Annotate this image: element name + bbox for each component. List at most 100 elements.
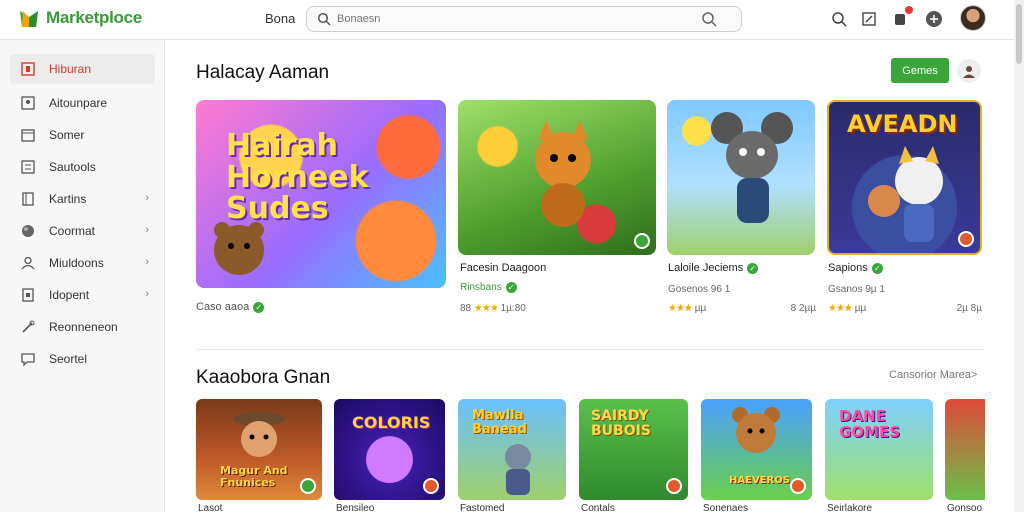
search-icon xyxy=(317,12,331,31)
game-thumb-3-caption: Fastomed xyxy=(460,503,505,512)
game-thumb-5-caption: Sonenaes xyxy=(703,503,749,512)
search-bar[interactable]: Bonaesn xyxy=(306,6,742,32)
user-square-icon xyxy=(20,95,36,111)
featured-card-4-sub: Gsanos 9µ 1 xyxy=(828,284,885,295)
verified-icon: ✓ xyxy=(871,262,883,274)
featured-card-3-meta: ★★★ µµ 8 2µµ xyxy=(668,303,816,314)
top-bar: Marketploce Bona Bonaesn xyxy=(0,0,1024,40)
chevron-right-icon: › xyxy=(145,224,149,236)
game-thumb-4[interactable]: SAIRDY BUBOIS xyxy=(579,399,688,500)
thumb-badge-icon xyxy=(300,478,316,494)
featured-card-1[interactable]: Hairah Horneek Sudes xyxy=(196,100,446,288)
search-icon[interactable] xyxy=(829,9,849,29)
sidebar-item-label: Reonneneon xyxy=(49,320,118,334)
game-thumb-2-caption: Bensileo xyxy=(336,503,375,512)
tools-icon xyxy=(20,319,36,335)
featured-card-4-name[interactable]: Sapions ✓ xyxy=(828,262,883,274)
dog-character-icon xyxy=(868,146,943,242)
marketplace-app: Marketploce Bona Bonaesn Hiburan Aitounp… xyxy=(0,0,1024,512)
chevron-right-icon: › xyxy=(145,256,149,268)
cat-character-icon xyxy=(505,444,531,495)
chat-icon xyxy=(20,351,36,367)
sidebar-item-label: Kartins xyxy=(49,192,87,206)
mouse-character-icon xyxy=(711,112,793,223)
sidebar-item-label: Miuldoons xyxy=(49,256,104,270)
featured-card-4[interactable]: AVEADN xyxy=(827,100,982,255)
featured-section-title: Halacay Aaman xyxy=(196,62,330,83)
game-thumb-1-caption: Lasot xyxy=(198,503,223,512)
featured-card-2-meta: 88 ★★★ 1µ:80 xyxy=(460,303,526,314)
scrollbar-track[interactable] xyxy=(1014,0,1024,512)
edit-icon[interactable] xyxy=(859,9,879,29)
featured-card-3-name[interactable]: Laloile Jeciems ✓ xyxy=(668,262,759,274)
sidebar: Hiburan Aitounpare Somer Sautools Kartin… xyxy=(0,40,165,512)
sidebar-item-sautools[interactable]: Sautools xyxy=(10,152,155,182)
game-thumb-3[interactable]: Mawlla Banead xyxy=(458,399,566,500)
add-icon[interactable] xyxy=(924,9,944,29)
rating-stars: ★★★ xyxy=(473,303,499,314)
sidebar-item-reonneneon[interactable]: Reonneneon xyxy=(10,312,155,342)
top-nav-link[interactable]: Bona xyxy=(265,11,295,26)
sidebar-item-label: Aitounpare xyxy=(49,96,108,110)
bear-character-icon xyxy=(214,222,264,275)
featured-card-1-name[interactable]: Caso aaoa ✓ xyxy=(196,301,265,313)
notification-badge xyxy=(905,6,913,14)
game-thumb-4-caption: Contals xyxy=(581,503,615,512)
scrollbar-thumb[interactable] xyxy=(1016,4,1022,64)
sidebar-item-label: Seortel xyxy=(49,352,88,366)
game-thumb-5[interactable]: HAEVEROS xyxy=(701,399,812,500)
sidebar-item-kartins[interactable]: Kartins › xyxy=(10,184,155,214)
featured-card-3-sub: Gosenos 96 1 xyxy=(668,284,731,295)
see-more-link[interactable]: Cansorior Marea> xyxy=(889,369,977,381)
section-divider xyxy=(196,349,984,350)
sidebar-item-seortel[interactable]: Seortel xyxy=(10,344,155,374)
sidebar-item-idopent[interactable]: Idopent › xyxy=(10,280,155,310)
notification-icon[interactable] xyxy=(890,6,913,29)
user-avatar[interactable] xyxy=(960,5,986,31)
sidebar-item-label: Idopent xyxy=(49,288,90,302)
logo-icon xyxy=(18,7,40,29)
fox-character-icon xyxy=(535,120,591,227)
bear-character-icon xyxy=(732,407,780,453)
card-art-title: AVEADN xyxy=(847,110,958,138)
chevron-right-icon: › xyxy=(145,288,149,300)
thumb-badge-icon xyxy=(666,478,682,494)
game-thumb-6-caption: Seirlakore xyxy=(827,503,873,512)
sidebar-item-aitounpare[interactable]: Aitounpare xyxy=(10,88,155,118)
sidebar-item-label: Sautools xyxy=(49,160,96,174)
games-button[interactable]: Gemes xyxy=(891,58,949,83)
verified-icon: ✓ xyxy=(747,262,759,274)
sidebar-item-coormat[interactable]: Coormat › xyxy=(10,216,155,246)
recommended-section-title: Kaaobora Gnan xyxy=(196,367,331,388)
rating-stars: ★★★ xyxy=(668,303,693,314)
featured-card-3[interactable] xyxy=(667,100,815,255)
card-badge-icon xyxy=(958,231,974,247)
thumb-badge-icon xyxy=(790,478,806,494)
doc-icon xyxy=(20,287,36,303)
featured-card-2-name[interactable]: Facesin Daagoon xyxy=(460,262,546,274)
sidebar-item-miuldoons[interactable]: Miuldoons › xyxy=(10,248,155,278)
sidebar-item-label: Hiburan xyxy=(49,62,92,76)
search-input[interactable]: Bonaesn xyxy=(337,13,380,25)
profile-icon[interactable] xyxy=(957,59,981,83)
sidebar-item-somer[interactable]: Somer xyxy=(10,120,155,150)
featured-card-2[interactable] xyxy=(458,100,656,255)
search-submit-icon[interactable] xyxy=(701,11,717,32)
calendar-icon xyxy=(20,127,36,143)
game-thumb-7-caption: Gonsoo xyxy=(947,503,983,512)
game-thumb-2[interactable]: COLORIS xyxy=(334,399,445,500)
thumb-badge-icon xyxy=(423,478,439,494)
verified-icon: ✓ xyxy=(253,301,265,313)
list-icon xyxy=(20,159,36,175)
book-icon xyxy=(20,191,36,207)
featured-card-2-sub: Rinsbans ✓ xyxy=(460,282,517,293)
game-thumb-6[interactable]: DANE GOMES xyxy=(825,399,933,500)
sidebar-item-label: Somer xyxy=(49,128,85,142)
verified-icon: ✓ xyxy=(505,282,517,293)
rating-stars: ★★★ xyxy=(828,303,853,314)
sidebar-item-label: Coormat xyxy=(49,224,96,238)
game-thumb-7[interactable] xyxy=(945,399,985,500)
sidebar-item-hiburan[interactable]: Hiburan xyxy=(10,54,155,84)
game-thumb-1[interactable]: Magur And Fnunices xyxy=(196,399,322,500)
logo[interactable]: Marketploce xyxy=(18,7,142,29)
